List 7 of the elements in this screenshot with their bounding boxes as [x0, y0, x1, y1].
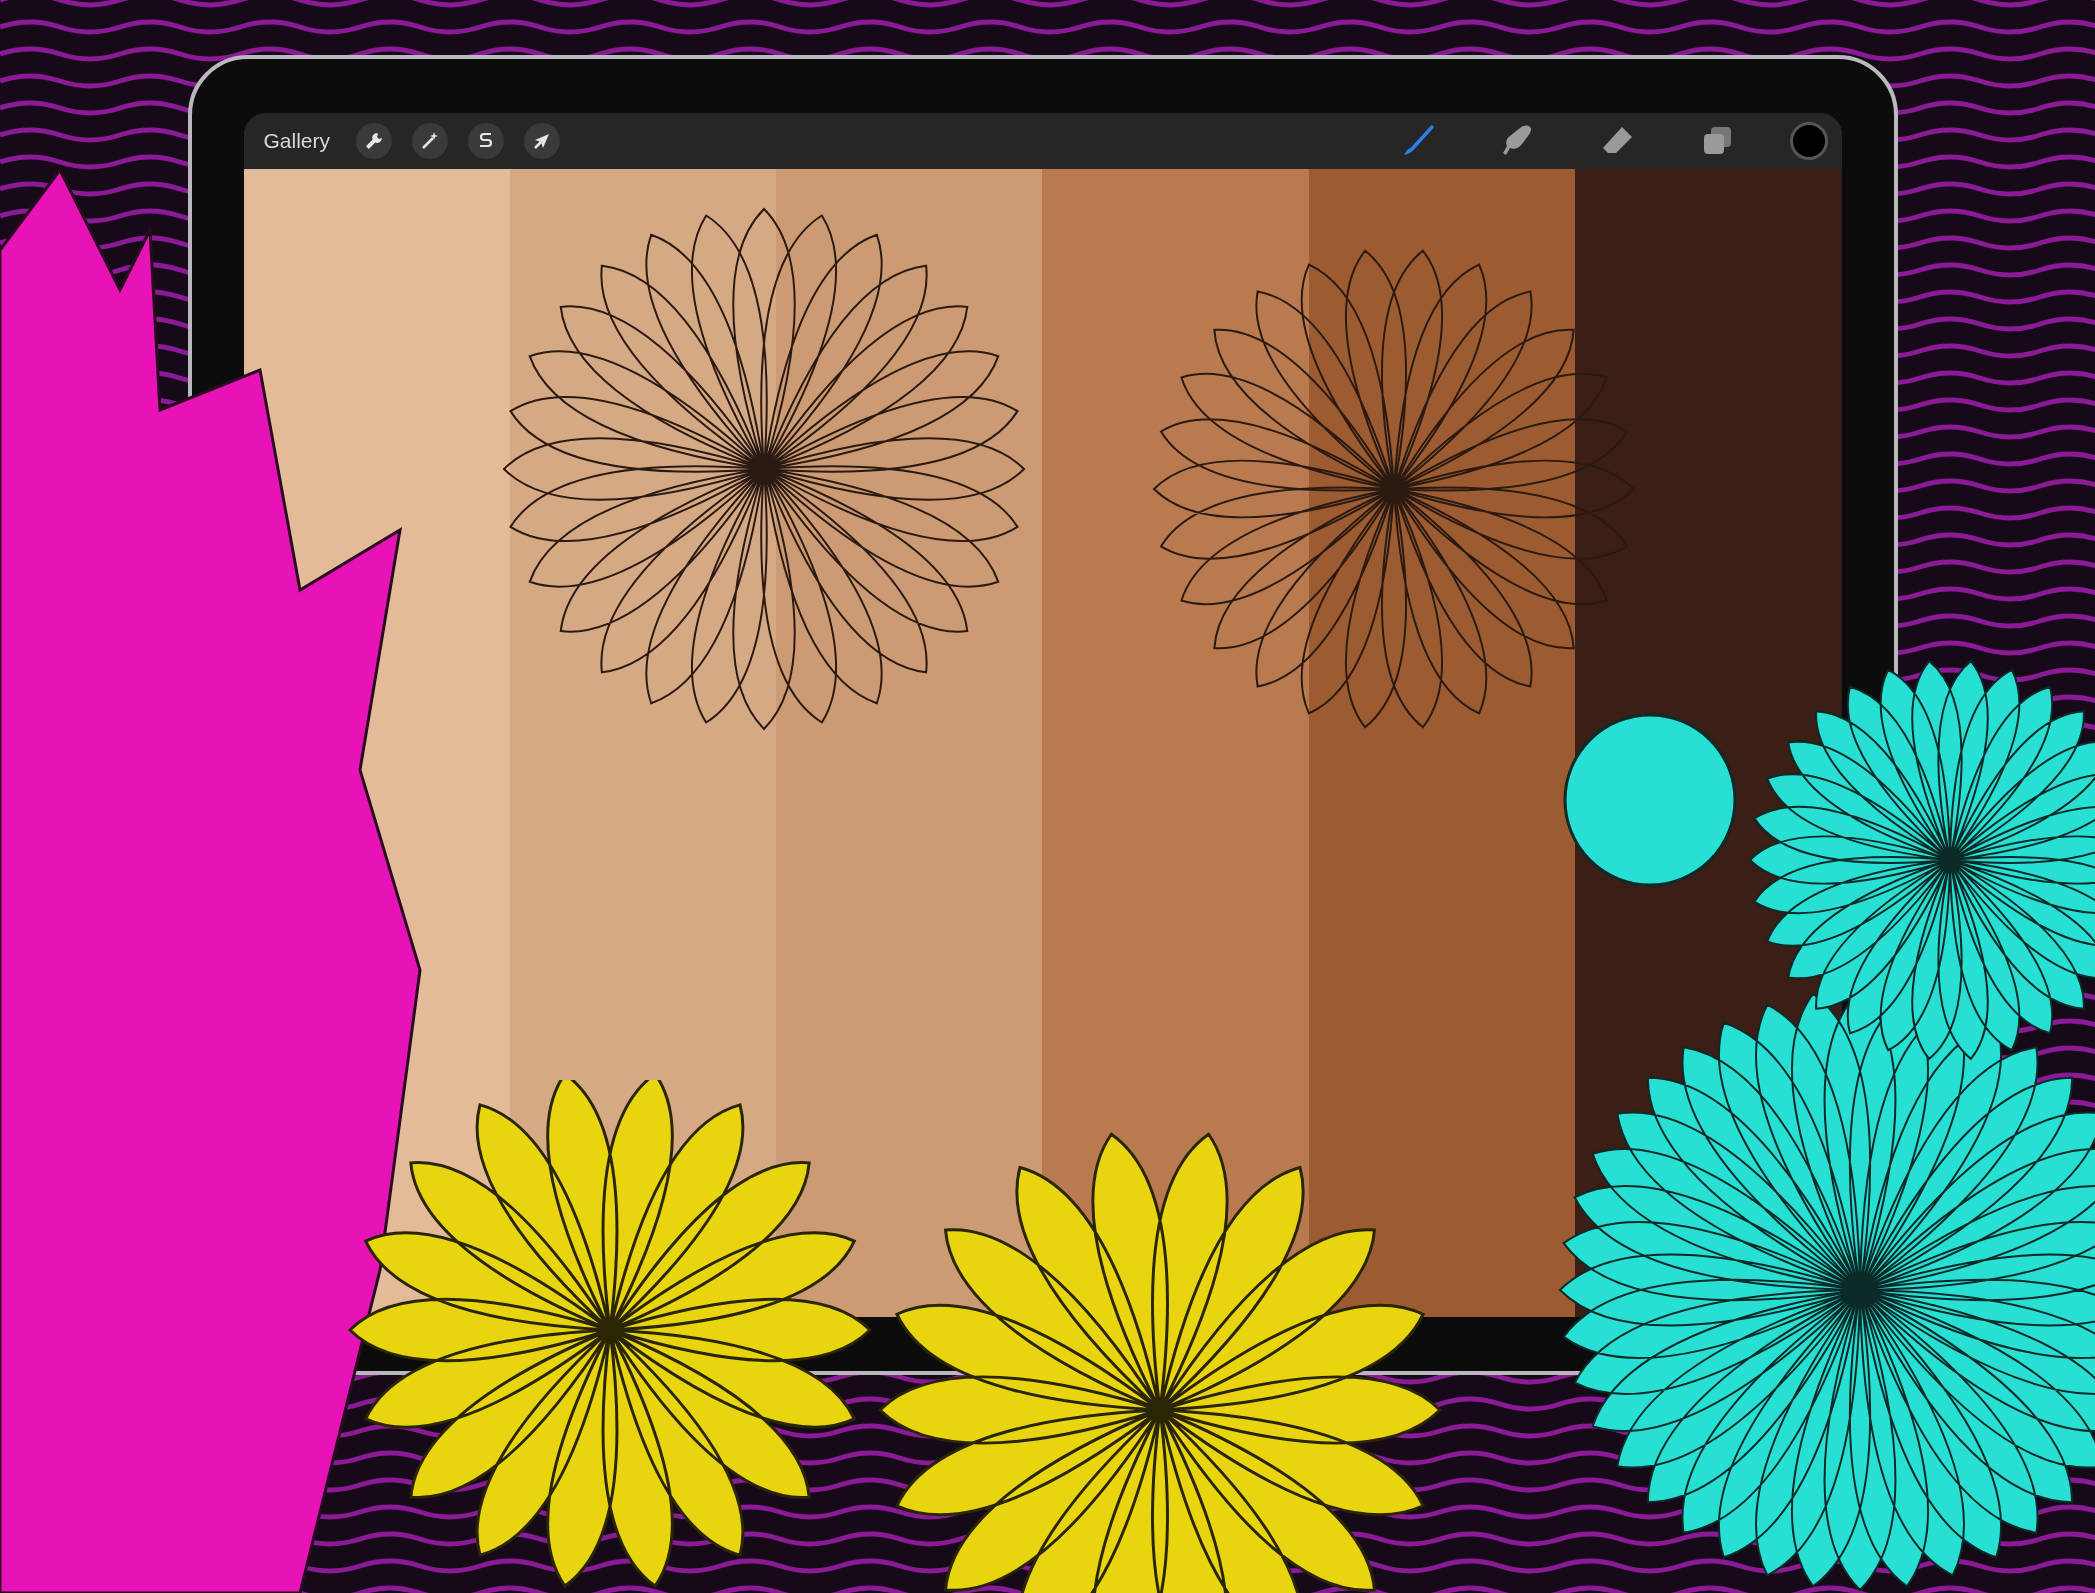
- tool-button[interactable]: [524, 123, 561, 159]
- wrench-icon: [364, 131, 385, 151]
- tool-button[interactable]: [468, 123, 505, 159]
- color-swatch[interactable]: [1789, 122, 1828, 160]
- tool-button[interactable]: [412, 123, 449, 159]
- tool-button[interactable]: [356, 123, 393, 159]
- gallery-link[interactable]: Gallery: [263, 129, 331, 153]
